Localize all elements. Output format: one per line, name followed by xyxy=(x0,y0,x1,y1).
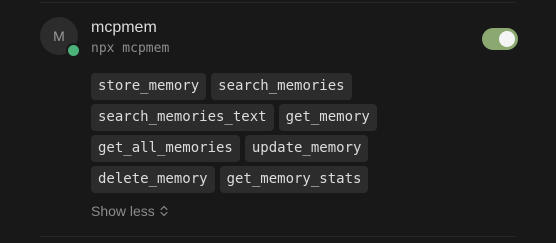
tool-row: delete_memory get_memory_stats xyxy=(91,166,391,193)
server-name: mcpmem xyxy=(91,19,157,36)
show-less-button[interactable]: Show less xyxy=(91,202,168,220)
bottom-divider xyxy=(40,236,516,237)
server-enable-toggle[interactable] xyxy=(482,28,518,50)
tool-chip: store_memory xyxy=(91,73,207,100)
top-divider xyxy=(40,2,516,3)
tool-chip: get_memory_stats xyxy=(219,166,369,193)
tool-row: store_memory search_memories xyxy=(91,73,391,100)
tool-chip: search_memories_text xyxy=(91,104,274,131)
tool-list: store_memory search_memories search_memo… xyxy=(91,73,391,197)
chevron-up-down-icon xyxy=(160,205,168,217)
tool-chip: delete_memory xyxy=(91,166,215,193)
tool-chip: update_memory xyxy=(244,135,369,162)
tool-row: search_memories_text get_memory xyxy=(91,104,391,131)
tool-chip: search_memories xyxy=(211,73,352,100)
tool-row: get_all_memories update_memory xyxy=(91,135,391,162)
server-command: npx mcpmem xyxy=(91,41,170,56)
status-indicator xyxy=(66,43,81,58)
tool-chip: get_all_memories xyxy=(91,135,240,162)
tool-chip: get_memory xyxy=(278,104,377,131)
avatar-letter: M xyxy=(53,28,65,44)
toggle-knob xyxy=(499,31,515,47)
show-less-label: Show less xyxy=(91,203,155,219)
